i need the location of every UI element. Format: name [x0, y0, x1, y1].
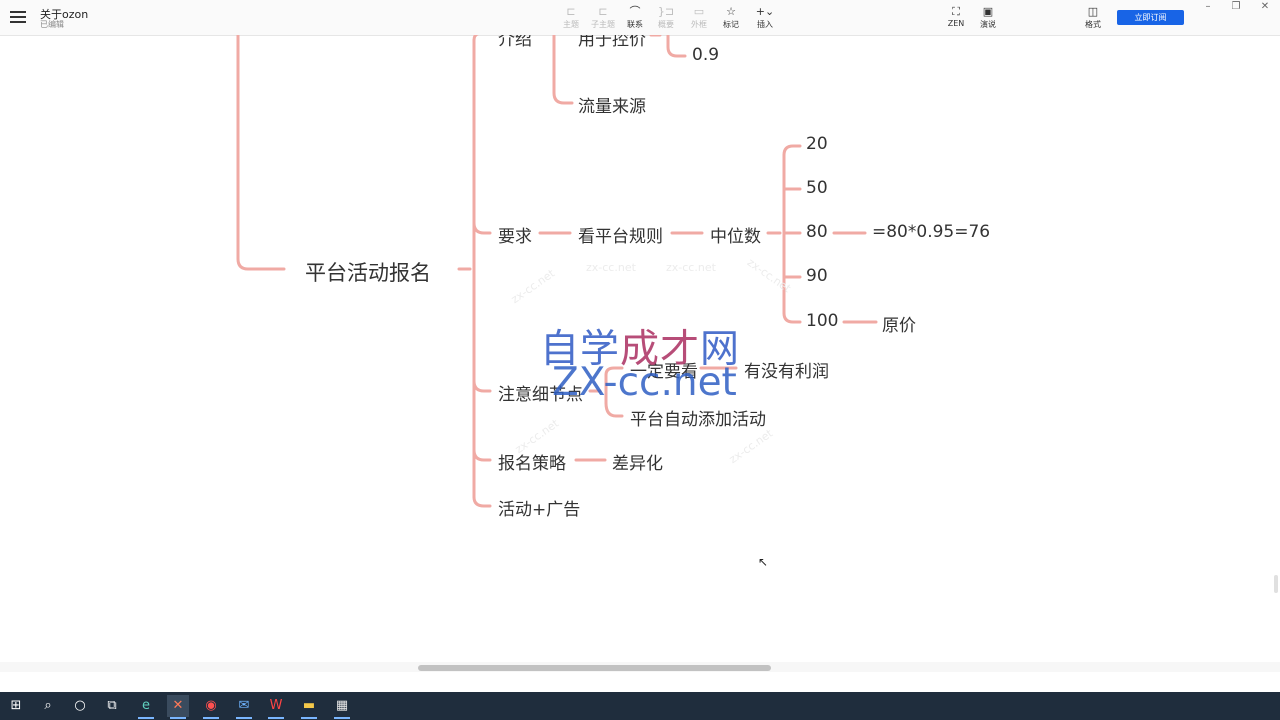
- root-topic[interactable]: 平台活动报名: [305, 257, 431, 287]
- minimize-icon[interactable]: –: [1200, 1, 1216, 12]
- topic-platform-rules[interactable]: 看平台规则: [578, 222, 663, 247]
- marker-button[interactable]: ☆ 标记: [716, 5, 746, 30]
- topic-median[interactable]: 中位数: [710, 222, 761, 247]
- fullscreen-icon: ⛶: [952, 5, 960, 18]
- relationship-button[interactable]: ⌒ 联系: [620, 5, 650, 30]
- topic-strategy[interactable]: 报名策略: [498, 449, 566, 474]
- vertical-scroll-thumb[interactable]: [1274, 575, 1278, 593]
- topic-auto-activity[interactable]: 平台自动添加活动: [630, 405, 766, 430]
- summary-button[interactable]: }⊐ 概要: [651, 5, 681, 30]
- topic-original-price[interactable]: 原价: [882, 311, 916, 336]
- explorer-icon[interactable]: ▬: [298, 695, 320, 719]
- star-icon: ☆: [726, 5, 736, 18]
- horizontal-scrollbar[interactable]: [0, 662, 1280, 672]
- recorder-icon[interactable]: ◉: [200, 695, 222, 719]
- boundary-label: 外框: [691, 20, 707, 29]
- topic-requirement[interactable]: 要求: [498, 222, 532, 247]
- summary-label: 概要: [658, 20, 674, 29]
- topic-profit[interactable]: 有没有利润: [744, 357, 829, 382]
- topic-button[interactable]: ⊏ 主题: [556, 5, 586, 30]
- mindmap-canvas[interactable]: 平台活动报名 介绍 用于控价 0.9 流量来源 要求 看平台规则 中位数 20 …: [0, 35, 1280, 662]
- subtopic-label: 子主题: [591, 20, 615, 29]
- topic-icon: ⊏: [566, 5, 576, 18]
- topic-differentiation[interactable]: 差异化: [612, 449, 663, 474]
- vertical-scrollbar[interactable]: [1272, 35, 1280, 662]
- watermark-url: ZX-cc.net: [552, 360, 737, 405]
- topic-value-90[interactable]: 90: [806, 266, 828, 286]
- top-toolbar: 关于ozon 已编辑 ⊏ 主题 ⊏ 子主题 ⌒ 联系 }⊐ 概要 ▭ 外框 ☆ 标记 +⌄ 插…: [0, 0, 1280, 36]
- wps-icon[interactable]: W: [265, 695, 287, 719]
- topic-value-0-9[interactable]: 0.9: [692, 45, 719, 65]
- pitch-label: 演说: [980, 20, 996, 29]
- task-view-icon[interactable]: ⧉: [101, 695, 123, 717]
- marker-label: 标记: [723, 20, 739, 29]
- windows-taskbar: ⊞ ⌕ ○ ⧉ e ✕ ◉ ✉ W ▬ ▦: [0, 692, 1280, 720]
- calculator-icon[interactable]: ▦: [331, 695, 353, 719]
- relationship-label: 联系: [627, 20, 643, 29]
- presentation-icon: ▣: [982, 5, 994, 18]
- document-status: 已编辑: [40, 20, 64, 29]
- pitch-button[interactable]: ▣ 演说: [973, 5, 1003, 30]
- faint-watermark: zx-cc.net: [586, 261, 636, 274]
- search-icon[interactable]: ⌕: [37, 695, 59, 717]
- horizontal-scroll-thumb[interactable]: [418, 665, 771, 671]
- insert-label: 插入: [757, 20, 773, 29]
- hamburger-menu-icon[interactable]: [10, 9, 26, 25]
- subtopic-icon: ⊏: [598, 5, 608, 18]
- zen-button[interactable]: ⛶ ZEN: [941, 5, 971, 28]
- topic-activity-ads[interactable]: 活动+广告: [498, 495, 580, 520]
- topic-value-20[interactable]: 20: [806, 134, 828, 154]
- subtopic-button[interactable]: ⊏ 子主题: [588, 5, 618, 30]
- xmind-icon[interactable]: ✕: [167, 695, 189, 719]
- topic-price-control[interactable]: 用于控价: [578, 35, 646, 50]
- topic-value-50[interactable]: 50: [806, 178, 828, 198]
- topic-calculation[interactable]: =80*0.95=76: [872, 222, 990, 242]
- mouse-cursor-icon: ↖: [758, 555, 769, 569]
- format-panel-icon: ◫: [1087, 5, 1099, 18]
- boundary-button[interactable]: ▭ 外框: [684, 5, 714, 30]
- summary-icon: }⊐: [657, 5, 675, 18]
- format-button[interactable]: ◫ 格式: [1078, 5, 1108, 30]
- topic-intro[interactable]: 介绍: [498, 35, 532, 50]
- faint-watermark: zx-cc.net: [666, 261, 716, 274]
- restore-icon[interactable]: ❐: [1228, 1, 1244, 12]
- relationship-icon: ⌒: [629, 5, 641, 18]
- edge-icon[interactable]: e: [135, 695, 157, 719]
- topic-value-80[interactable]: 80: [806, 222, 828, 242]
- close-icon[interactable]: ✕: [1257, 1, 1273, 12]
- insert-button[interactable]: +⌄ 插入: [750, 5, 780, 30]
- cortana-icon[interactable]: ○: [69, 695, 91, 717]
- plus-icon: +⌄: [755, 5, 775, 18]
- zen-label: ZEN: [947, 19, 965, 28]
- topic-label: 主题: [563, 20, 579, 29]
- format-label: 格式: [1085, 20, 1101, 29]
- topic-value-100[interactable]: 100: [806, 311, 838, 331]
- start-button[interactable]: ⊞: [5, 695, 27, 717]
- boundary-icon: ▭: [693, 5, 705, 18]
- subscribe-button[interactable]: 立即订阅: [1117, 10, 1184, 25]
- mail-icon[interactable]: ✉: [233, 695, 255, 719]
- topic-traffic-source[interactable]: 流量来源: [578, 92, 646, 117]
